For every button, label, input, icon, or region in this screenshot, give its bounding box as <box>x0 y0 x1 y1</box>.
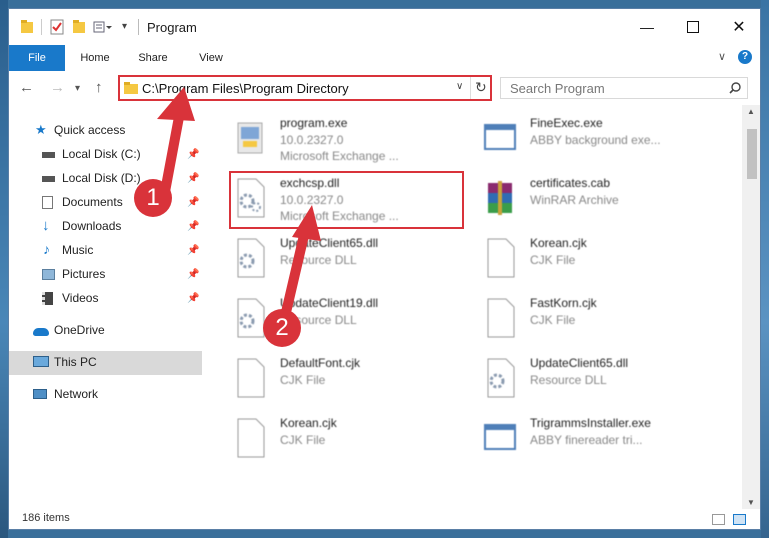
step-1-badge: 1 <box>134 179 172 217</box>
arrow-2-head <box>292 205 321 241</box>
desktop-background-right <box>761 0 769 538</box>
annotation-arrows <box>157 87 321 323</box>
arrow-1-head <box>157 87 195 121</box>
desktop-background-left <box>0 0 8 538</box>
explorer-window: ▾ Program — ✕ File Home Share View ∨ ? ←… <box>8 8 761 530</box>
arrow-2-shaft <box>279 229 310 323</box>
step-2-badge: 2 <box>263 309 301 347</box>
